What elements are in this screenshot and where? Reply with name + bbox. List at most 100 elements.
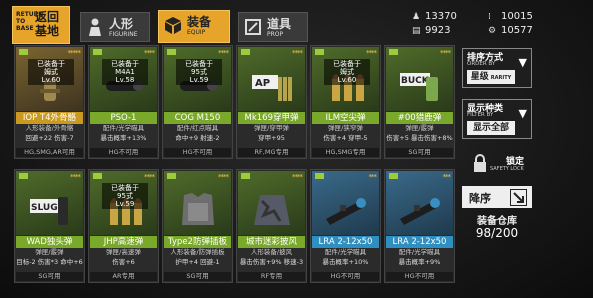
ration-value: 9923 (425, 25, 451, 36)
equipment-usable: HG,SMG专用 (312, 148, 379, 157)
equipment-stats: 伤害+4 穿甲-5 (323, 134, 368, 142)
equipment-level: Lv.59 (189, 76, 209, 84)
equipment-name: WAD独头弹 (16, 236, 83, 248)
descending-order-button[interactable]: 降序 (462, 186, 532, 208)
equipment-usable: HG不可用 (164, 148, 231, 157)
category-tag-icon (241, 173, 250, 179)
equipment-image: **** 已装备于 95式 Lv.59 (164, 47, 231, 111)
equipment-card[interactable]: AP **** Mk169穿甲弹 弹匣/穿甲弹 穿甲+95 RF,MG专用 (236, 45, 307, 159)
storage-count: 98/200 (475, 226, 519, 240)
safety-lock-button[interactable]: 锁定 SAFETY LOCK (462, 150, 532, 178)
equipment-category: 弹匣/高速弹 (106, 248, 141, 256)
ammo-resource: ⁞ 10015 (488, 11, 533, 23)
equipment-usable: RF,MG专用 (238, 148, 305, 157)
equipped-label: 已装备于 (37, 60, 65, 68)
equipment-stats: 伤害+5 暴击伤害+8% (386, 134, 453, 142)
equipment-category: 配件/光学瞄具 (324, 248, 367, 256)
equipment-name: COG M150 (164, 112, 231, 124)
equipment-name: PSO-1 (90, 112, 157, 124)
category-tag-icon (241, 49, 250, 55)
equipment-stats: 暴击概率+9% (398, 258, 441, 266)
filter-button[interactable]: 显示种类 FILTER BY ▼ 显示全部 (462, 99, 532, 139)
ration-icon: ▤ (412, 26, 421, 36)
rarity-stars: **** (144, 173, 155, 181)
equipment-card[interactable]: **** 城市迷彩披风 人形装备/披风 暴击伤害+9% 移速-3 RF专用 (236, 169, 307, 283)
rarity-stars: **** (292, 173, 303, 181)
equipment-name: LRA 2-12x50 (312, 236, 379, 248)
parts-resource: ⚙ 10577 (488, 25, 533, 37)
equipment-image: **** (164, 171, 231, 235)
equipment-category: 配件/光学瞄具 (398, 248, 441, 256)
equipped-badge: 已装备于 姆式 Lv.60 (324, 59, 370, 85)
rarity-stars: **** (366, 49, 377, 57)
equipment-image: **** (238, 171, 305, 235)
category-tag-icon (167, 49, 176, 55)
category-tag-icon (93, 49, 102, 55)
return-cn-label: 返回基地 (35, 10, 60, 38)
equipment-stats: 暴击概率+10% (322, 258, 369, 266)
sort-arrow-icon (510, 189, 527, 206)
equipment-category: 配件/红点瞄具 (176, 124, 219, 132)
equipment-stats: 穿甲+95 (258, 134, 285, 142)
return-to-base-button[interactable]: RETURN TO BASE 返回基地 (12, 6, 70, 44)
equipment-image: ***** 已装备于 姆式 Lv.60 (16, 47, 83, 111)
rarity-stars: *** (442, 173, 451, 181)
equipment-category: 人形装备/外骨骼 (25, 124, 74, 132)
equipment-image: **** 已装备于 95式 Lv.59 (90, 171, 157, 235)
tab-prop[interactable]: 道具 PROP (238, 12, 308, 42)
rarity-stars: **** (292, 49, 303, 57)
equipment-card[interactable]: **** 已装备于 M4A1 Lv.58 PSO-1 配件/光学瞄具 暴击概率+13% HG不… (88, 45, 159, 159)
equipment-image: *** (386, 171, 453, 235)
return-en-label: RETURN TO BASE (16, 11, 44, 32)
equipment-level: Lv.58 (115, 76, 135, 84)
equipment-card[interactable]: *** LRA 2-12x50 配件/光学瞄具 暴击概率+10% HG不可用 (310, 169, 381, 283)
equipment-image: **** 已装备于 姆式 Lv.60 (312, 47, 379, 111)
equipment-name: Mk169穿甲弹 (238, 112, 305, 124)
lock-icon (472, 153, 488, 177)
equipment-card[interactable]: SLUG **** WAD独头弹 弹匣/霰弹 目标-2 伤害*3 命中+6 SG可用 (14, 169, 85, 283)
equipment-name: ILM空尖弹 (312, 112, 379, 124)
equipment-image: SLUG **** (16, 171, 83, 235)
equipment-card[interactable]: BUCK **** #00猎鹿弹 弹匣/霰弹 伤害+5 暴击伤害+8% SG可用 (384, 45, 455, 159)
manpower-resource: ♟ 13370 (412, 11, 457, 23)
rarity-stars: *** (368, 173, 377, 181)
equipment-category: 配件/光学瞄具 (102, 124, 145, 132)
equipment-usable: RF专用 (238, 272, 305, 281)
sort-en: ORDER BY (467, 61, 496, 67)
equipment-screen: RETURN TO BASE 返回基地 人形 FIGURINE 装备 EQUIP… (0, 0, 593, 298)
sort-value-text: 星级 (470, 72, 489, 82)
manpower-value: 13370 (425, 11, 457, 22)
equipment-category: 弹匣/狭窄弹 (328, 124, 363, 132)
rarity-stars: **** (144, 49, 155, 57)
rarity-stars: **** (218, 173, 229, 181)
equipped-badge: 已装备于 95式 Lv.59 (102, 183, 148, 209)
equipment-stats: 命中+9 射速-2 (175, 134, 220, 142)
equipment-usable: SG可用 (386, 148, 453, 157)
rarity-stars: **** (218, 49, 229, 57)
tab-equip[interactable]: 装备 EQUIP (158, 10, 230, 43)
equipment-card[interactable]: **** 已装备于 姆式 Lv.60 ILM空尖弹 弹匣/狭窄弹 伤害+4 穿甲-5 HG,S… (310, 45, 381, 159)
equipment-name: IOP T4外骨骼 (16, 112, 83, 124)
parts-icon: ⚙ (488, 26, 497, 36)
equipped-doll: 95式 (191, 68, 207, 76)
box-icon (163, 15, 183, 35)
equipment-card[interactable]: ***** 已装备于 姆式 Lv.60 IOP T4外骨骼 人形装备/外骨骼 回避+22 伤… (14, 45, 85, 159)
equipment-card[interactable]: *** LRA 2-12x50 配件/光学瞄具 暴击概率+9% HG不可用 (384, 169, 455, 283)
equipment-category: 人形装备/披风 (250, 248, 293, 256)
equipment-category: 弹匣/霰弹 (35, 248, 64, 256)
tab-label: 人形 (109, 17, 134, 31)
equipment-image: *** (312, 171, 379, 235)
equipped-doll: 姆式 (340, 68, 354, 76)
equipment-card[interactable]: **** Type2防弹插板 人形装备/防弹插板 护甲+4 回避-1 SG可用 (162, 169, 233, 283)
equipment-name: Type2防弹插板 (164, 236, 231, 248)
equipment-card[interactable]: **** 已装备于 95式 Lv.59 COG M150 配件/红点瞄具 命中+9 射速-2… (162, 45, 233, 159)
equipment-card[interactable]: **** 已装备于 95式 Lv.59 JHP高速弹 弹匣/高速弹 伤害+6 AR专用 (88, 169, 159, 283)
svg-text:BUCK: BUCK (401, 76, 430, 86)
tab-figurine[interactable]: 人形 FIGURINE (80, 12, 150, 42)
equipment-name: JHP高速弹 (90, 236, 157, 248)
equipment-stats: 暴击伤害+9% 移速-3 (239, 258, 304, 266)
equipment-stats: 护甲+4 回避-1 (175, 258, 220, 266)
sort-order-button[interactable]: 排序方式 ORDER BY ▼ 星级 RARITY (462, 48, 532, 88)
figure-icon (85, 17, 105, 37)
svg-text:SLUG: SLUG (31, 203, 58, 213)
